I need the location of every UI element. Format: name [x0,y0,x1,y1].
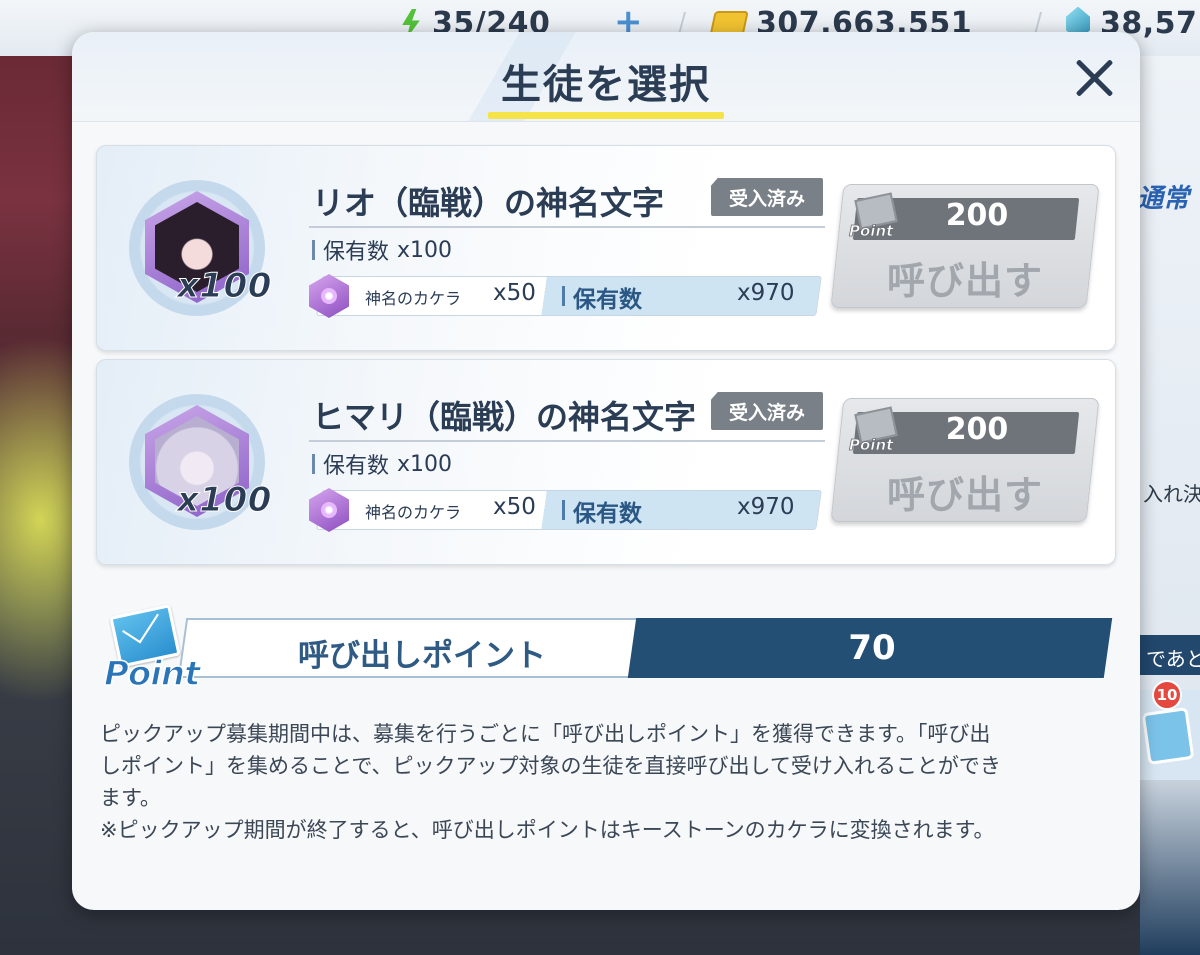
item-name: ヒマリ（臨戦）の神名文字 [312,398,697,436]
eleph-owned-value: x970 [737,280,795,306]
recruited-badge: 受入済み [711,392,823,430]
title-underline [488,112,724,119]
mail-count-badge: 10 [1152,680,1182,710]
student-card-rio: x100 リオ（臨戦）の神名文字 受入済み 保有数 x100 神名のカケラ x5… [96,145,1116,351]
divider [309,440,825,442]
point-icon-text: Point [849,222,894,241]
description-line: ます。 [100,786,161,810]
background-text: 入れ決 [1143,482,1200,506]
summon-cost: 200 [945,198,1009,233]
bar-mark [312,240,315,260]
eleph-multiplier: x50 [493,280,536,306]
owned-value: x100 [397,451,453,477]
call-points-bar: 呼び出しポイント 70 [177,618,1113,678]
portrait-quantity: x100 [177,266,272,307]
owned-label: 保有数 [323,454,390,479]
background-label-normal: 通常 [1137,184,1190,214]
bar-mark [562,286,565,306]
background-bar-text: であと [1146,647,1200,671]
points-value: 70 [848,628,896,668]
point-envelope-icon: Point [849,406,907,462]
select-student-dialog: 生徒を選択 x100 リオ（臨戦）の神名文字 受入済み 保有数 x100 神名の… [72,32,1140,910]
description-line: ピックアップ募集期間中は、募集を行うごとに「呼び出しポイント」を獲得できます。「… [100,722,991,746]
summon-label: 呼び出す [886,259,1043,303]
description-line: しポイント」を集めることで、ピックアップ対象の生徒を直接呼び出して受け入れること… [100,754,1001,778]
summon-cost: 200 [945,412,1009,447]
description-note: ※ピックアップ期間が終了すると、呼び出しポイントはキーストーンのカケラに変換され… [100,818,995,842]
point-icon-text: Point [103,653,201,695]
background-bar: であと [1140,635,1200,675]
dialog-title: 生徒を選択 [501,62,711,108]
owned-value: x100 [397,237,453,263]
eleph-name: 神名のカケラ [365,289,462,308]
owned-count-row: 保有数 x100 [312,234,452,266]
bar-mark [562,500,565,520]
eleph-owned-label: 保有数 [573,501,642,527]
eleph-owned-label: 保有数 [573,287,642,313]
points-label: 呼び出しポイント [298,638,546,674]
bar-mark [312,454,315,474]
description-text: ピックアップ募集期間中は、募集を行うごとに「呼び出しポイント」を獲得できます。「… [100,718,1112,846]
close-button[interactable] [1068,52,1120,104]
point-icon-text: Point [849,436,894,455]
point-envelope-icon: Point [102,604,202,696]
item-name: リオ（臨戦）の神名文字 [312,184,665,222]
eleph-owned-value: x970 [737,494,795,520]
portrait-quantity: x100 [177,480,272,521]
eleph-name: 神名のカケラ [365,503,462,522]
point-envelope-icon: Point [849,192,907,248]
divider [309,226,825,228]
owned-count-row: 保有数 x100 [312,448,452,480]
eleph-multiplier: x50 [493,494,536,520]
student-card-himari: x100 ヒマリ（臨戦）の神名文字 受入済み 保有数 x100 神名のカケラ x… [96,359,1116,565]
mail-icon [1141,707,1195,765]
summon-label: 呼び出す [886,473,1043,517]
recruited-badge: 受入済み [711,178,823,216]
owned-label: 保有数 [323,240,390,265]
